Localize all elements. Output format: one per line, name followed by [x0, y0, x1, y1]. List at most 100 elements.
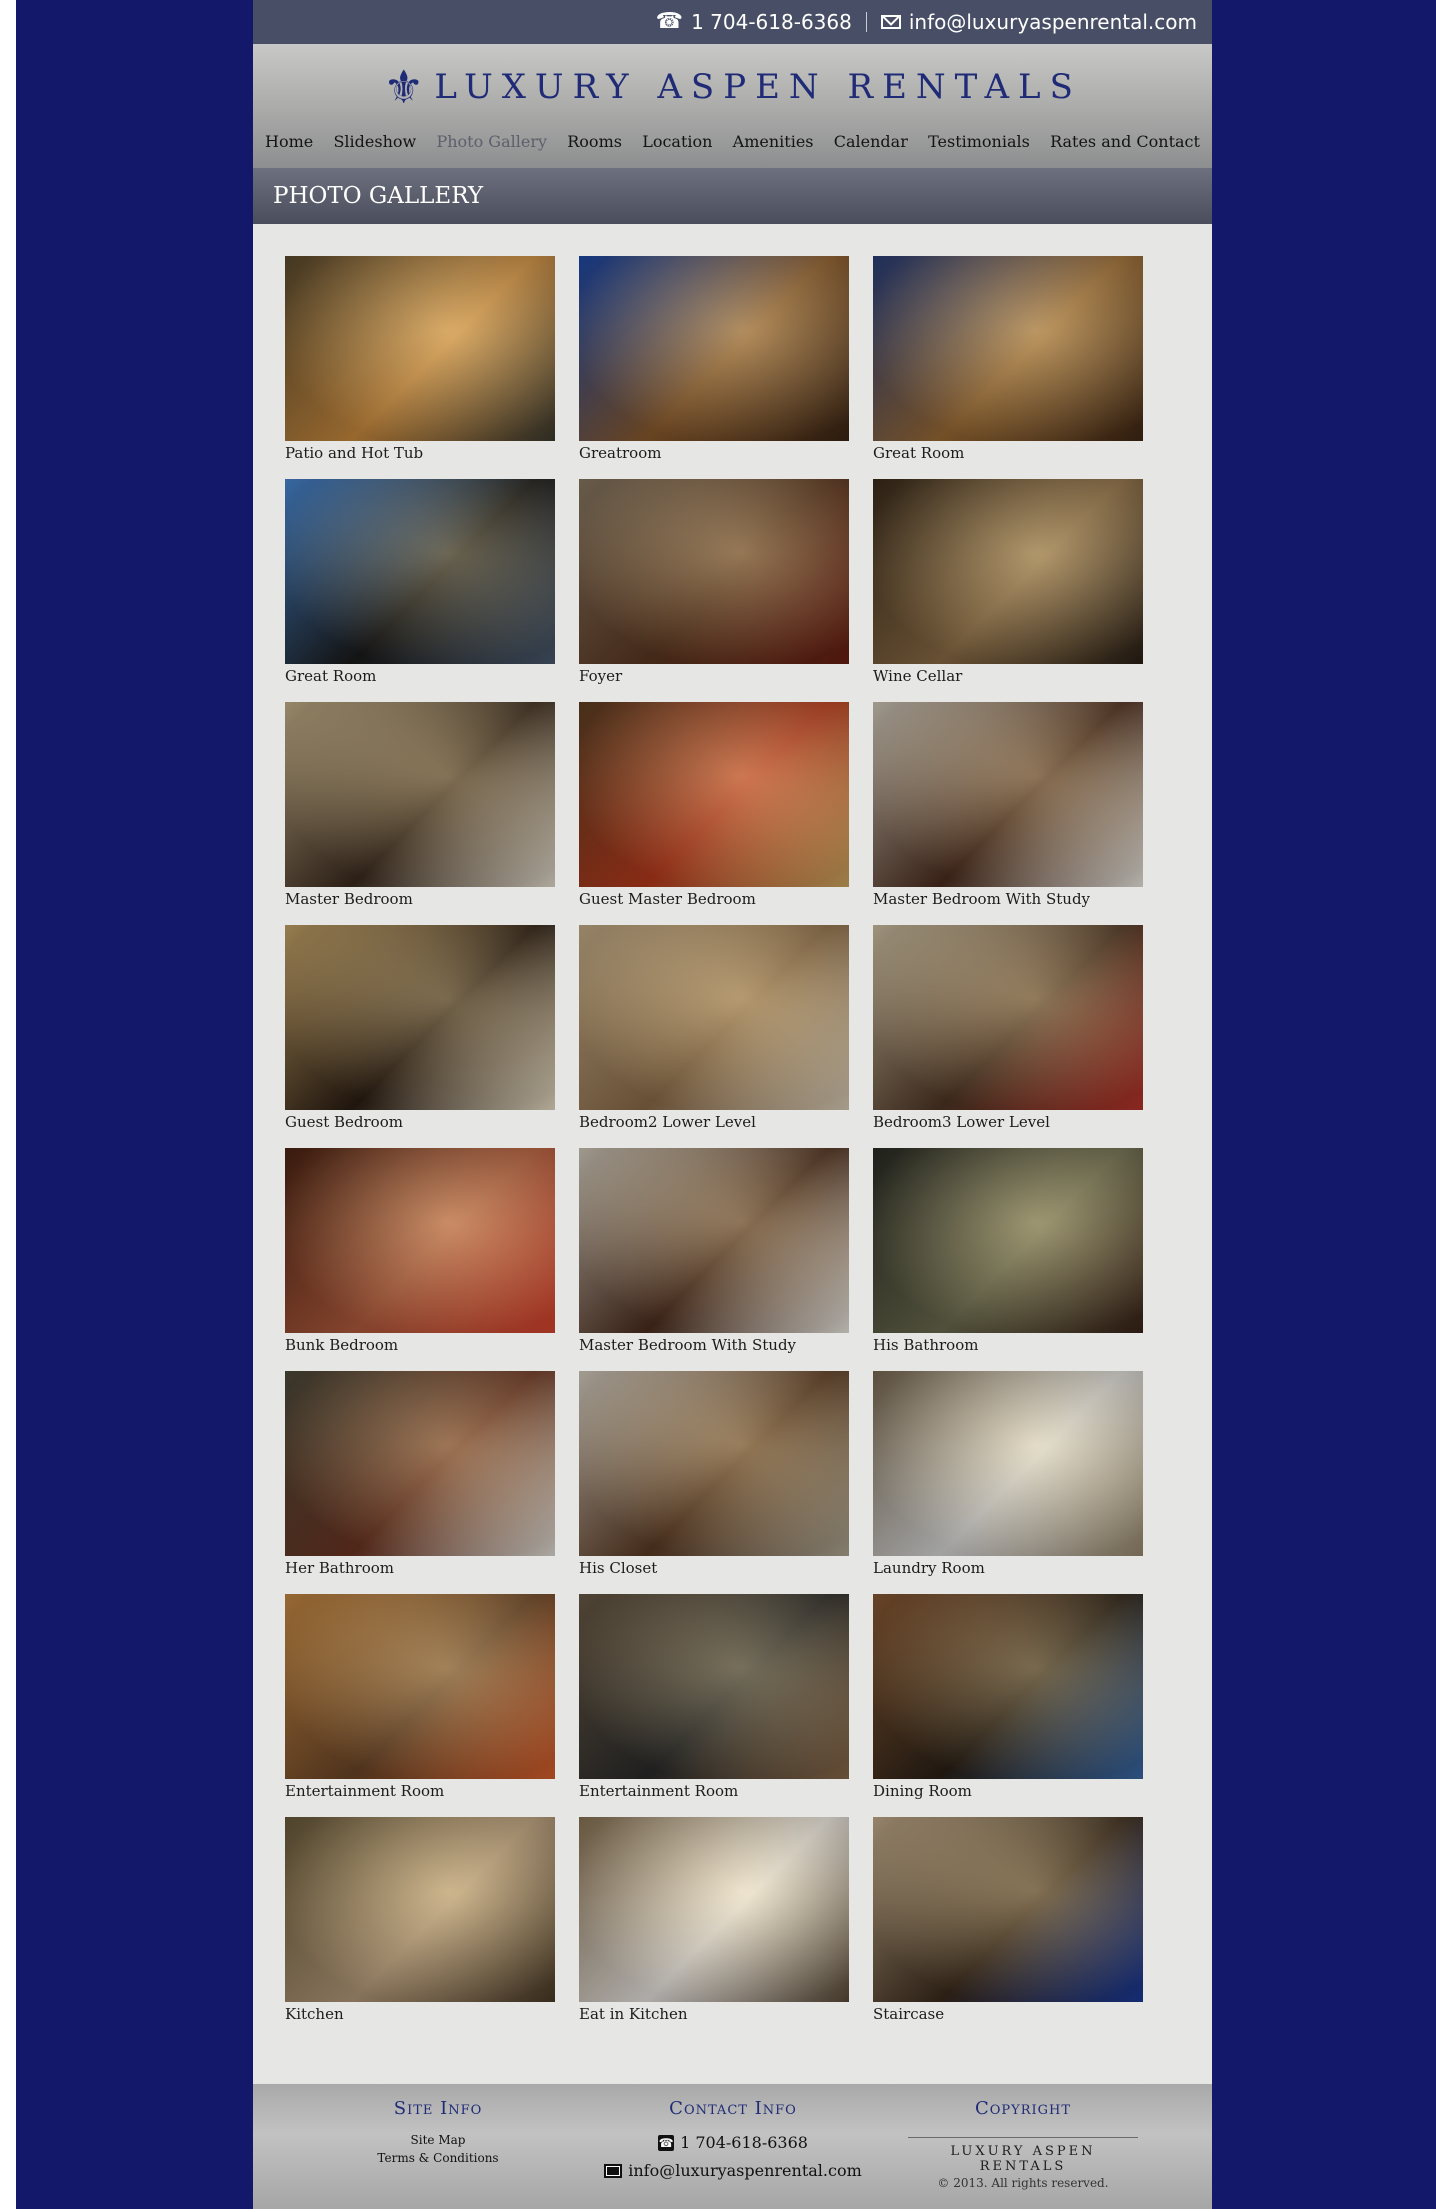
gallery-photo[interactable] [873, 1594, 1143, 1779]
gallery-caption: Master Bedroom With Study [579, 1336, 797, 1354]
gallery-caption: Master Bedroom With Study [873, 890, 1091, 908]
gallery-caption: Guest Bedroom [285, 1113, 403, 1131]
gallery-photo[interactable] [579, 479, 849, 664]
footer-contact-info: Contact Info ☎ 1 704-618-6368 info@luxur… [583, 2098, 883, 2185]
phone-icon: ☎ [655, 9, 684, 34]
main-nav: Home Slideshow Photo Gallery Rooms Location A… [253, 132, 1212, 151]
gallery-tile[interactable]: Patio and Hot Tub [285, 256, 555, 479]
gallery-tile[interactable]: Dining Room [873, 1594, 1143, 1817]
gallery-photo[interactable] [873, 1817, 1143, 2002]
gallery-tile[interactable]: His Bathroom [873, 1148, 1143, 1371]
gallery-photo[interactable] [873, 479, 1143, 664]
top-phone-number: 1 704-618-6368 [691, 10, 852, 34]
footer-phone[interactable]: ☎ 1 704-618-6368 [583, 2129, 883, 2157]
gallery-photo[interactable] [873, 256, 1143, 441]
gallery-caption: Master Bedroom [285, 890, 413, 908]
gallery-tile[interactable]: Great Room [285, 479, 555, 702]
top-contact-bar: ☎ 1 704-618-6368 info@luxuryaspenrental.… [253, 0, 1212, 44]
page-container: ☎ 1 704-618-6368 info@luxuryaspenrental.… [253, 0, 1212, 2209]
gallery-caption: Great Room [285, 667, 377, 685]
gallery-caption: Patio and Hot Tub [285, 444, 424, 462]
gallery-photo[interactable] [873, 1148, 1143, 1333]
nav-item-location[interactable]: Location [642, 132, 712, 151]
mail-icon [880, 15, 901, 29]
page-title-bar: PHOTO GALLERY [253, 168, 1212, 224]
gallery-tile[interactable]: Eat in Kitchen [579, 1817, 849, 2040]
fleur-de-lis-icon: ⚜ [383, 60, 425, 114]
footer-contact-title: Contact Info [669, 2098, 797, 2119]
gallery-caption: Laundry Room [873, 1559, 985, 1577]
footer-site-map-link[interactable]: Site Map [338, 2131, 538, 2149]
footer-site-info-title: Site Info [393, 2098, 483, 2119]
gallery-tile[interactable]: Greatroom [579, 256, 849, 479]
gallery-caption: Bedroom2 Lower Level [579, 1113, 756, 1131]
gallery-tile[interactable]: Entertainment Room [579, 1594, 849, 1817]
gallery-photo[interactable] [285, 702, 555, 887]
gallery-photo[interactable] [579, 1148, 849, 1333]
gallery-tile[interactable]: Master Bedroom [285, 702, 555, 925]
nav-item-calendar[interactable]: Calendar [834, 132, 908, 151]
gallery-photo[interactable] [285, 1817, 555, 2002]
gallery-tile[interactable]: Great Room [873, 256, 1143, 479]
gallery-tile[interactable]: Bunk Bedroom [285, 1148, 555, 1371]
gallery-caption: Foyer [579, 667, 623, 685]
gallery-tile[interactable]: Entertainment Room [285, 1594, 555, 1817]
footer-copyright-title: Copyright [974, 2098, 1072, 2119]
nav-item-photo-gallery[interactable]: Photo Gallery [436, 132, 547, 151]
gallery-photo[interactable] [579, 1817, 849, 2002]
gallery-tile[interactable]: Her Bathroom [285, 1371, 555, 1594]
nav-item-amenities[interactable]: Amenities [733, 132, 814, 151]
gallery-tile[interactable]: Foyer [579, 479, 849, 702]
photo-gallery: Patio and Hot Tub Greatroom Great Room Grea… [285, 256, 1143, 2040]
gallery-photo[interactable] [579, 702, 849, 887]
gallery-photo[interactable] [579, 925, 849, 1110]
nav-item-testimonials[interactable]: Testimonials [928, 132, 1030, 151]
gallery-photo[interactable] [285, 1594, 555, 1779]
gallery-photo[interactable] [579, 256, 849, 441]
gallery-caption: Dining Room [873, 1782, 972, 1800]
gallery-tile[interactable]: Master Bedroom With Study [579, 1148, 849, 1371]
gallery-photo[interactable] [285, 256, 555, 441]
nav-item-home[interactable]: Home [265, 132, 313, 151]
gallery-photo[interactable] [579, 1371, 849, 1556]
footer-terms-link[interactable]: Terms & Conditions [338, 2149, 538, 2167]
gallery-tile[interactable]: His Closet [579, 1371, 849, 1594]
gallery-tile[interactable]: Staircase [873, 1817, 1143, 2040]
footer-email-address: info@luxuryaspenrental.com [628, 2161, 862, 2180]
gallery-photo[interactable] [285, 1148, 555, 1333]
gallery-photo[interactable] [285, 479, 555, 664]
gallery-photo[interactable] [873, 1371, 1143, 1556]
gallery-caption: Wine Cellar [873, 667, 963, 685]
brand-logo[interactable]: ⚜ LUXURY ASPEN RENTALS [253, 64, 1212, 110]
gallery-tile[interactable]: Kitchen [285, 1817, 555, 2040]
gallery-caption: Entertainment Room [285, 1782, 445, 1800]
gallery-photo[interactable] [873, 702, 1143, 887]
gallery-caption: Entertainment Room [579, 1782, 739, 1800]
gallery-tile[interactable]: Guest Master Bedroom [579, 702, 849, 925]
left-edge-strip [0, 0, 16, 2209]
top-email[interactable]: info@luxuryaspenrental.com [880, 10, 1197, 34]
footer-phone-number: 1 704-618-6368 [680, 2133, 808, 2152]
gallery-tile[interactable]: Bedroom3 Lower Level [873, 925, 1143, 1148]
gallery-tile[interactable]: Guest Bedroom [285, 925, 555, 1148]
site-footer: Site Info Site Map Terms & Conditions Co… [253, 2084, 1212, 2209]
gallery-caption: Bedroom3 Lower Level [873, 1113, 1050, 1131]
nav-item-slideshow[interactable]: Slideshow [333, 132, 416, 151]
top-phone[interactable]: ☎ 1 704-618-6368 [656, 10, 852, 34]
gallery-caption: Great Room [873, 444, 965, 462]
phone-icon: ☎ [658, 2135, 675, 2151]
nav-item-rates-and-contact[interactable]: Rates and Contact [1050, 132, 1200, 151]
gallery-photo[interactable] [285, 925, 555, 1110]
gallery-caption: His Bathroom [873, 1336, 979, 1354]
nav-item-rooms[interactable]: Rooms [567, 132, 622, 151]
gallery-tile[interactable]: Wine Cellar [873, 479, 1143, 702]
footer-email[interactable]: info@luxuryaspenrental.com [583, 2157, 883, 2185]
gallery-tile[interactable]: Bedroom2 Lower Level [579, 925, 849, 1148]
gallery-tile[interactable]: Laundry Room [873, 1371, 1143, 1594]
gallery-photo[interactable] [873, 925, 1143, 1110]
gallery-photo[interactable] [285, 1371, 555, 1556]
gallery-photo[interactable] [579, 1594, 849, 1779]
top-divider [865, 12, 867, 32]
footer-copyright-text: © 2013. All rights reserved. [937, 2176, 1109, 2190]
gallery-tile[interactable]: Master Bedroom With Study [873, 702, 1143, 925]
